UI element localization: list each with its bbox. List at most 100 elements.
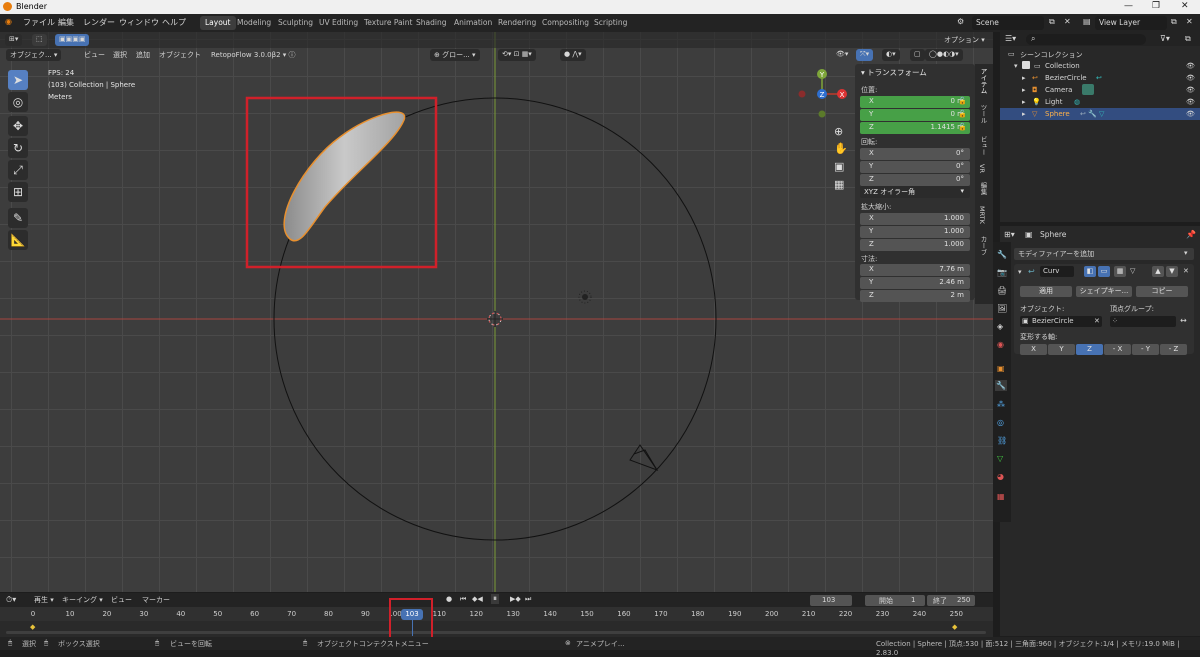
tab-sculpting[interactable]: Sculpting — [273, 16, 318, 30]
outliner-row-light[interactable]: ▸ 💡 Light ◍ 👁 — [1000, 96, 1200, 108]
constraints-tab-icon[interactable]: ⛓ — [997, 436, 1007, 445]
current-frame-field[interactable]: 103 — [810, 595, 852, 606]
rotation-z-field[interactable]: Z 0° — [860, 174, 970, 186]
modifier-tab-icon[interactable]: 🔧 — [995, 380, 1007, 391]
shading-mode-icons[interactable]: ◯●◐◑▾ — [925, 49, 963, 61]
invert-icon[interactable]: ↔ — [1180, 316, 1187, 325]
modifier-name-input[interactable]: Curv — [1040, 266, 1074, 277]
pivot-snap-icons[interactable]: ⟲▾ ⊡ ▦▾ — [498, 49, 536, 61]
outliner-search-input[interactable]: ⌕ — [1026, 34, 1146, 45]
tab-layout[interactable]: Layout — [200, 16, 236, 30]
expand-icon[interactable]: ▸ — [1022, 86, 1026, 94]
tab-texture-paint[interactable]: Texture Paint — [359, 16, 417, 30]
move-tool-button[interactable]: ✥ — [8, 116, 28, 136]
outliner-editor-icon[interactable]: ☰▾ — [1005, 34, 1016, 43]
checkbox-icon[interactable] — [1022, 61, 1030, 69]
filter-icon[interactable]: ⊽▾ — [1160, 34, 1170, 43]
side-tab-tool[interactable]: ツール — [978, 104, 988, 124]
keyframe-end-icon[interactable]: ◆ — [952, 623, 957, 631]
dimensions-z-field[interactable]: Z2 m — [860, 290, 970, 302]
remove-modifier-icon[interactable]: ✕ — [1183, 267, 1189, 275]
new-scene-icon[interactable]: ⧉ — [1049, 17, 1055, 27]
curve-object-field[interactable]: ▣ BezierCircle ✕ — [1020, 316, 1102, 327]
maximize-button[interactable]: ❐ — [1152, 1, 1160, 11]
menu-object[interactable]: オブジェクト — [155, 49, 205, 61]
lock-icon[interactable]: 🔓 — [958, 110, 967, 118]
axis-neg-y-button[interactable]: - Y — [1132, 344, 1159, 355]
menu-file[interactable]: ファイル — [23, 17, 55, 28]
particles-tab-icon[interactable]: ⁂ — [997, 400, 1005, 409]
collapse-icon[interactable]: ▾ — [1018, 268, 1022, 276]
pin-icon[interactable]: 📌 — [1186, 230, 1196, 239]
side-tab-view[interactable]: ビュー — [978, 136, 988, 156]
tab-scripting[interactable]: Scripting — [589, 16, 632, 30]
scale-z-field[interactable]: Z 1.000 — [860, 239, 970, 251]
apply-button[interactable]: 適用 — [1020, 286, 1072, 297]
menu-edit[interactable]: 編集 — [58, 17, 74, 28]
viewport-toggle-icon[interactable]: ▭ — [1098, 266, 1110, 277]
eye-icon[interactable]: 👁 — [1186, 98, 1195, 106]
rotate-tool-button[interactable]: ↻ — [8, 138, 28, 158]
options-menu[interactable]: オプション ▾ — [940, 34, 989, 46]
outliner-row-camera[interactable]: ▸ ◘ Camera 👁 — [1000, 84, 1200, 96]
prev-keyframe-icon[interactable]: ◆◀ — [472, 595, 483, 603]
side-tab-item[interactable]: アイテム — [978, 68, 988, 94]
rotation-x-field[interactable]: X 0° — [860, 148, 970, 160]
data-tab-icon[interactable]: ▽ — [997, 454, 1003, 463]
jump-start-icon[interactable]: ⏮ — [460, 595, 466, 604]
ortho-grid-icon[interactable]: ▦ — [834, 178, 844, 191]
jump-end-icon[interactable]: ⏭ — [525, 595, 531, 604]
axis-y-button[interactable]: Y — [1048, 344, 1075, 355]
timeline-scrollbar[interactable] — [6, 631, 986, 634]
visibility-icon[interactable]: 👁▾ — [832, 49, 852, 61]
blender-menu-icon[interactable]: ◉ — [5, 17, 12, 26]
timeline-menu-playback[interactable]: 再生 ▾ — [34, 595, 54, 605]
view-layer-tab-icon[interactable]: 🖼 — [997, 304, 1007, 313]
measure-tool-button[interactable]: 📐 — [8, 230, 28, 250]
world-tab-icon[interactable]: ◉ — [997, 340, 1004, 349]
move-down-icon[interactable]: ▼ — [1166, 266, 1178, 277]
transform-orientation-selector[interactable]: ⊕ グロー... ▾ — [430, 49, 480, 61]
zoom-icon[interactable]: ⊕ — [834, 125, 843, 138]
tab-rendering[interactable]: Rendering — [493, 16, 541, 30]
side-tab-curve[interactable]: カーブ — [978, 236, 988, 256]
minimize-button[interactable]: — — [1124, 1, 1133, 11]
scale-tool-button[interactable]: ⤢ — [8, 160, 28, 180]
outliner-row-collection[interactable]: ▾ ▭ Collection 👁 — [1000, 60, 1200, 72]
expand-icon[interactable]: ▸ — [1022, 74, 1026, 82]
timeline-menu-marker[interactable]: マーカー — [142, 595, 170, 605]
delete-view-layer-icon[interactable]: ✕ — [1186, 17, 1193, 26]
expand-icon[interactable]: ▾ — [1014, 62, 1018, 70]
axis-x-button[interactable]: X — [1020, 344, 1047, 355]
new-collection-icon[interactable]: ⧉ — [1185, 34, 1191, 44]
tool-settings-cursor-icon[interactable]: ⬚ — [32, 34, 47, 46]
timeline-menu-keying[interactable]: キーイング ▾ — [62, 595, 103, 605]
eye-icon[interactable]: 👁 — [1186, 86, 1195, 94]
timeline-menu-view[interactable]: ビュー — [111, 595, 132, 605]
timeline-track[interactable]: ◆ ◆ — [0, 622, 993, 635]
render-toggle-icon[interactable]: ▦ — [1114, 266, 1126, 277]
material-tab-icon[interactable]: ◕ — [997, 472, 1004, 481]
menu-add[interactable]: 追加 — [132, 49, 154, 61]
timeline-editor-icon[interactable]: ⏱▾ — [6, 595, 16, 605]
eye-icon[interactable]: 👁 — [1186, 62, 1195, 70]
tab-shading[interactable]: Shading — [411, 16, 451, 30]
eye-icon[interactable]: 👁 — [1186, 74, 1195, 82]
location-x-field[interactable]: X0 m — [860, 96, 970, 108]
object-tab-icon[interactable]: ▣ — [997, 364, 1005, 373]
editmode-toggle-icon[interactable]: ◧ — [1084, 266, 1096, 277]
camera-view-icon[interactable]: ▣ — [834, 160, 844, 173]
rotation-mode-selector[interactable]: XYZ オイラー角 ▾ — [860, 186, 970, 198]
menu-window[interactable]: ウィンドウ — [119, 17, 159, 28]
annotate-tool-button[interactable]: ✎ — [8, 208, 28, 228]
copy-button[interactable]: コピー — [1136, 286, 1188, 297]
side-tab-mrtk[interactable]: MRTK — [978, 206, 986, 224]
properties-editor-icon[interactable]: ⊞▾ — [1004, 230, 1015, 239]
dimensions-x-field[interactable]: X 7.76 m — [860, 264, 970, 276]
delete-scene-icon[interactable]: ✕ — [1064, 17, 1071, 26]
end-frame-field[interactable]: 終了 250 — [927, 595, 975, 606]
expand-icon[interactable]: ▸ — [1022, 110, 1026, 118]
lock-icon[interactable]: 🔓 — [958, 97, 967, 105]
tool-tab-icon[interactable]: 🔧 — [997, 250, 1007, 259]
scale-x-field[interactable]: X 1.000 — [860, 213, 970, 225]
